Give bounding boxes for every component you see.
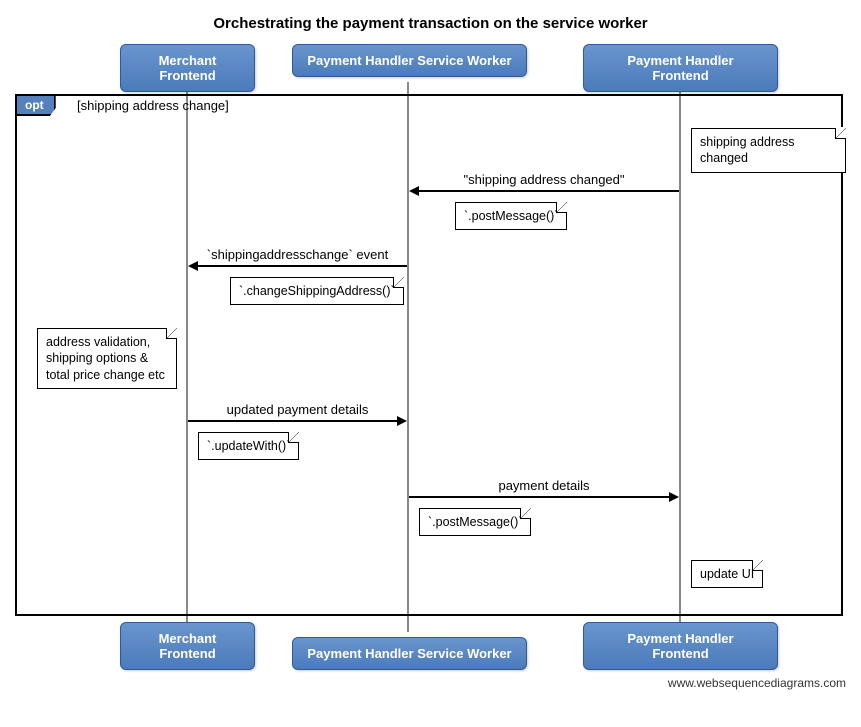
arrow-m1-head	[409, 186, 419, 196]
note-updatewith: `.updateWith()`	[198, 432, 299, 460]
participant-handler-frontend-bottom: Payment Handler Frontend	[583, 622, 778, 670]
sequence-diagram: Merchant Frontend Payment Handler Servic…	[15, 44, 846, 670]
diagram-title: Orchestrating the payment transaction on…	[15, 15, 846, 32]
arrow-m3-head	[397, 416, 407, 426]
arrow-m3	[188, 420, 398, 422]
opt-label: opt	[17, 96, 56, 116]
note-postmessage-2: `.postMessage()`	[419, 508, 531, 536]
arrow-m2-head	[188, 261, 198, 271]
participant-handler-frontend-top: Payment Handler Frontend	[583, 44, 778, 92]
opt-guard: [shipping address change]	[77, 98, 229, 113]
note-change-shipping-address: `.changeShippingAddress()`	[230, 277, 404, 305]
msg-updated-payment-details: updated payment details	[188, 402, 407, 417]
note-text: `.postMessage()`	[464, 209, 558, 223]
footer-attribution: www.websequencediagrams.com	[15, 676, 846, 690]
arrow-m2	[197, 265, 407, 267]
participant-merchant-top: Merchant Frontend	[120, 44, 255, 92]
arrow-m4-head	[669, 492, 679, 502]
note-postmessage-1: `.postMessage()`	[455, 202, 567, 230]
msg-payment-details: payment details	[409, 478, 679, 493]
participant-service-worker-bottom: Payment Handler Service Worker	[292, 637, 527, 670]
note-line: total price change etc	[46, 367, 168, 383]
note-address-validation: address validation, shipping options & t…	[37, 328, 177, 389]
note-text: `.postMessage()`	[428, 515, 522, 529]
msg-shipping-changed: "shipping address changed"	[409, 172, 679, 187]
note-text: `.changeShippingAddress()`	[239, 284, 395, 298]
note-update-ui: update UI	[691, 560, 763, 588]
note-text: update UI	[700, 567, 754, 581]
arrow-m1	[418, 190, 679, 192]
arrow-m4	[409, 496, 670, 498]
participant-merchant-bottom: Merchant Frontend	[120, 622, 255, 670]
note-line: address validation,	[46, 334, 168, 350]
note-text: `.updateWith()`	[207, 439, 290, 453]
note-shipping-changed: shipping address changed	[691, 128, 846, 173]
msg-shippingaddresschange-event: `shippingaddresschange` event	[188, 247, 407, 262]
participant-service-worker-top: Payment Handler Service Worker	[292, 44, 527, 77]
note-text: shipping address changed	[700, 135, 795, 165]
note-line: shipping options &	[46, 350, 168, 366]
